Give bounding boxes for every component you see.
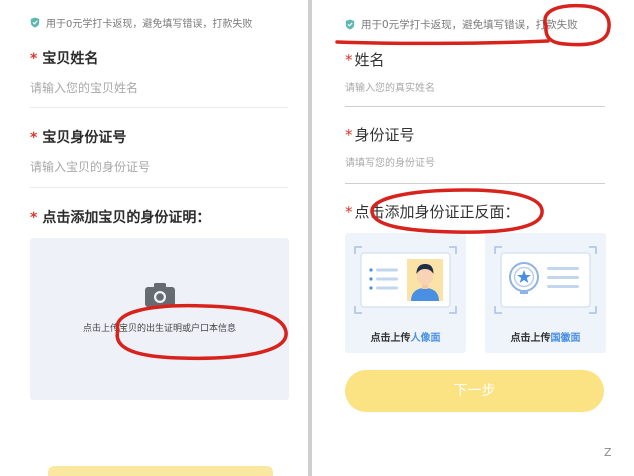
left-name-divider: [30, 107, 288, 108]
right-id-label: * 身份证号: [345, 124, 415, 145]
left-id-label: * 宝贝身份证号: [30, 127, 126, 147]
camera-icon: [145, 283, 175, 307]
right-upload-label-text: 点击添加身份证正反面：: [354, 203, 520, 221]
required-mark: *: [345, 51, 353, 69]
screenshot-root: 用于0元学打卡返现，避免填写错误，打款失败 *宝贝姓名 *宝贝身份证号 *点击添…: [0, 0, 634, 476]
left-form-panel: 用于0元学打卡返现，避免填写错误，打款失败 *宝贝姓名 *宝贝身份证号 *点击添…: [0, 0, 305, 476]
right-name-input[interactable]: [345, 76, 603, 100]
id-card-portrait-icon: [354, 246, 457, 314]
birth-certificate-upload[interactable]: 点击上传宝贝的出生证明或户口本信息: [30, 238, 289, 400]
left-name-label: * 宝贝姓名: [30, 48, 98, 68]
required-mark: *: [345, 203, 353, 221]
required-mark: *: [30, 210, 38, 226]
upload-caption: 点击上传宝贝的出生证明或户口本信息: [82, 324, 236, 334]
portrait-caption-highlight: 人像面: [410, 333, 441, 344]
right-id-divider: [345, 183, 605, 184]
right-notice-text: 用于0元学打卡返现，避免填写错误，打款失败: [361, 19, 578, 31]
right-form-panel: 用于0元学打卡返现，避免填写错误，打款失败 *姓名 *身份证号 *点击添加身份证…: [315, 0, 634, 476]
left-name-input[interactable]: [30, 76, 285, 100]
left-id-divider: [30, 187, 288, 188]
right-name-label-text: 姓名: [354, 51, 385, 69]
left-id-input[interactable]: [30, 155, 285, 179]
portrait-caption-prefix: 点击上传: [370, 333, 411, 344]
left-name-label-text: 宝贝姓名: [42, 51, 99, 67]
emblem-card-caption: 点击上传国徽面: [485, 329, 606, 344]
right-name-divider: [345, 106, 605, 107]
watermark: Z: [604, 446, 612, 459]
right-name-label: * 姓名: [345, 49, 385, 70]
right-id-input[interactable]: [345, 151, 603, 175]
left-upload-label-text: 点击添加宝贝的身份证明：: [42, 210, 211, 226]
required-mark: *: [30, 51, 38, 67]
shield-icon: [345, 19, 355, 30]
emblem-caption-highlight: 国徽面: [550, 333, 581, 344]
left-notice: 用于0元学打卡返现，避免填写错误，打款失败: [30, 15, 252, 30]
next-button-partial[interactable]: [48, 466, 273, 476]
panel-divider: [308, 0, 312, 476]
emblem-caption-prefix: 点击上传: [510, 333, 551, 344]
id-emblem-upload-card[interactable]: 点击上传国徽面: [485, 233, 606, 353]
left-notice-text: 用于0元学打卡返现，避免填写错误，打款失败: [46, 19, 253, 30]
next-step-button[interactable]: 下一步: [345, 370, 604, 412]
shield-icon: [30, 17, 40, 28]
id-card-emblem-icon: [494, 246, 597, 314]
left-id-label-text: 宝贝身份证号: [42, 130, 127, 146]
portrait-card-caption: 点击上传人像面: [345, 329, 466, 344]
right-upload-label: * 点击添加身份证正反面：: [345, 201, 520, 222]
id-portrait-upload-card[interactable]: 点击上传人像面: [345, 233, 466, 353]
right-notice: 用于0元学打卡返现，避免填写错误，打款失败: [345, 17, 578, 32]
required-mark: *: [30, 130, 38, 146]
left-upload-label: * 点击添加宝贝的身份证明：: [30, 207, 210, 227]
right-id-label-text: 身份证号: [354, 126, 415, 144]
required-mark: *: [345, 126, 353, 144]
